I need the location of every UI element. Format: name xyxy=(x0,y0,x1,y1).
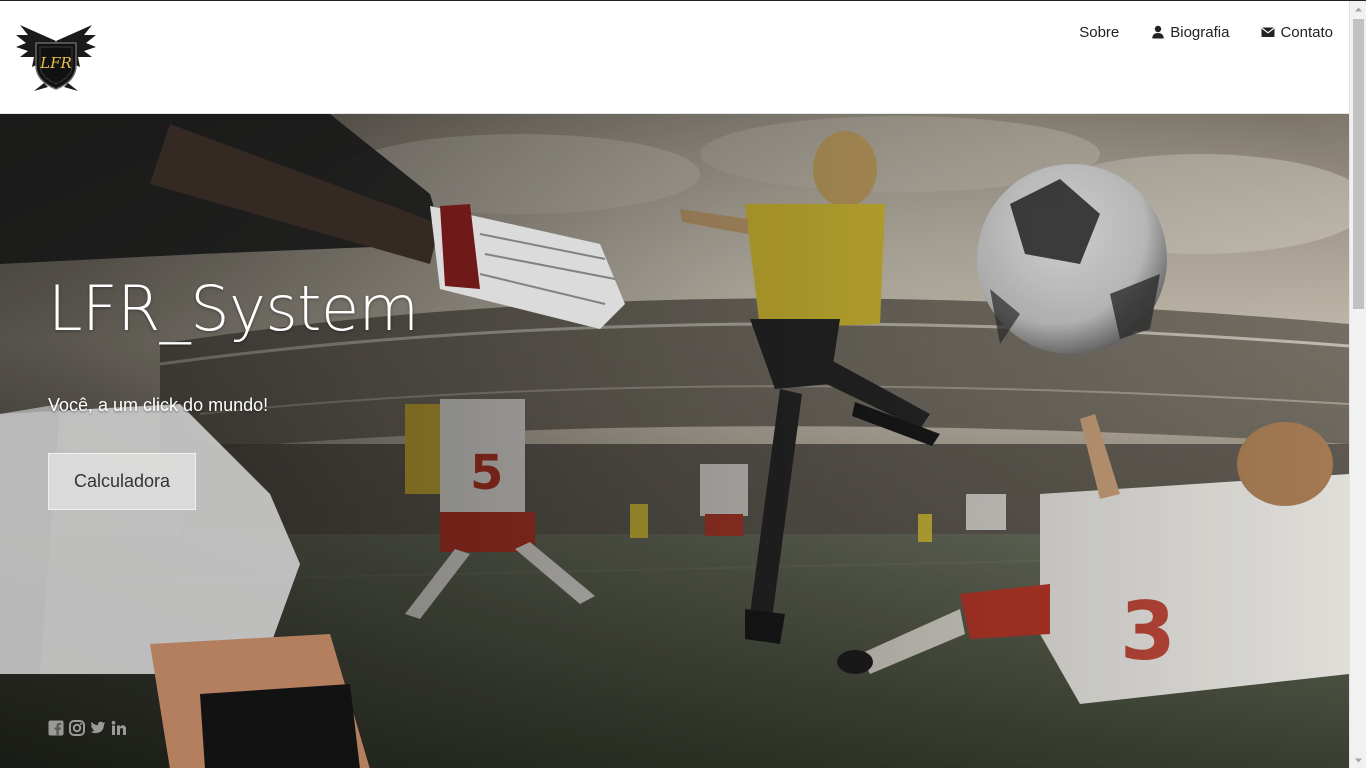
logo-lettering: LFR xyxy=(39,54,72,72)
user-icon xyxy=(1152,25,1165,39)
lfr-crest-logo: LFR xyxy=(16,25,96,91)
site-header: LFR Sobre Biografia Contato xyxy=(0,1,1349,114)
calculadora-button[interactable]: Calculadora xyxy=(48,453,196,510)
logo-link[interactable]: LFR xyxy=(14,21,98,93)
twitter-icon[interactable] xyxy=(90,720,106,736)
page-scrollbar[interactable] xyxy=(1349,1,1366,768)
scroll-up-arrow-icon[interactable] xyxy=(1354,5,1363,14)
instagram-icon[interactable] xyxy=(69,720,85,736)
nav-biografia-label: Biografia xyxy=(1170,23,1230,41)
nav-contato[interactable]: Contato xyxy=(1245,21,1333,43)
scroll-down-arrow-icon[interactable] xyxy=(1354,756,1363,765)
envelope-icon xyxy=(1261,27,1276,37)
nav-sobre[interactable]: Sobre xyxy=(1063,21,1135,43)
facebook-icon[interactable] xyxy=(48,720,64,736)
main-nav: Sobre Biografia Contato xyxy=(1063,21,1333,43)
hero-background-image: 5 3 xyxy=(0,114,1349,768)
scrollbar-thumb[interactable] xyxy=(1353,19,1364,309)
hero-title: LFR_System xyxy=(48,272,419,345)
social-links xyxy=(48,720,127,736)
nav-contato-label: Contato xyxy=(1280,23,1333,41)
page: LFR Sobre Biografia Contato LFR_System V… xyxy=(0,0,1366,768)
hero-subtitle: Você, a um click do mundo! xyxy=(48,395,269,415)
nav-sobre-label: Sobre xyxy=(1079,23,1120,41)
hero-section: 5 3 xyxy=(0,114,1349,768)
linkedin-icon[interactable] xyxy=(111,720,127,736)
nav-biografia[interactable]: Biografia xyxy=(1135,21,1245,43)
